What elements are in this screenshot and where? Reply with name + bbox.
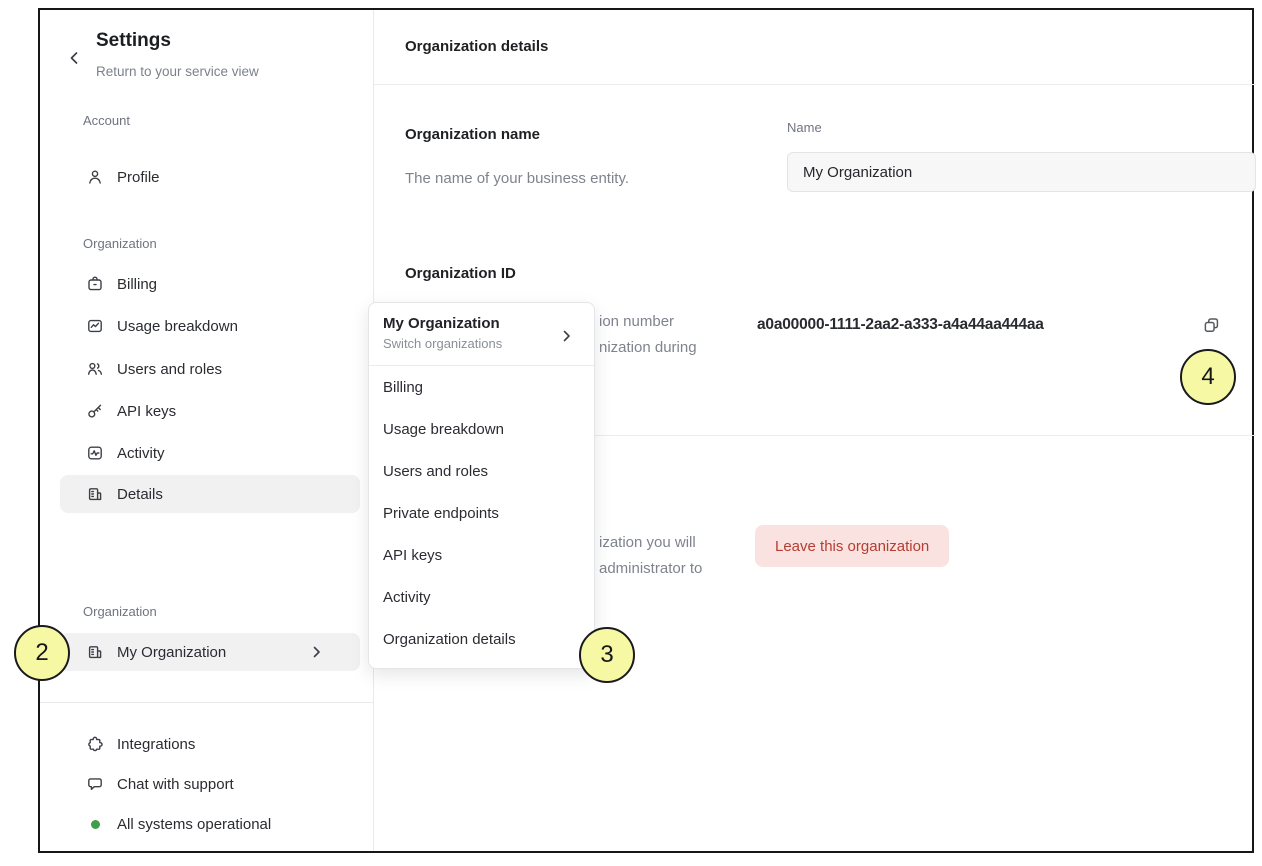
sidebar-item-api-keys[interactable]: API keys	[60, 392, 360, 430]
sidebar-item-label: Chat with support	[117, 776, 234, 793]
leave-description-fragment-1: ization you will	[599, 534, 696, 551]
annotation-badge-4: 4	[1180, 349, 1236, 405]
organization-id-value: a0a00000-1111-2aa2-a333-a4a44aa444aa	[757, 316, 1044, 334]
menu-item-organization-details[interactable]: Organization details	[369, 618, 594, 660]
menu-item-usage-breakdown[interactable]: Usage breakdown	[369, 408, 594, 450]
settings-subtitle: Return to your service view	[96, 64, 259, 79]
sidebar-item-label: Integrations	[117, 736, 195, 753]
sidebar-item-label: All systems operational	[117, 816, 271, 833]
sidebar-item-label: Details	[117, 486, 163, 503]
sidebar-footer-divider	[40, 702, 373, 703]
chevron-right-icon	[562, 329, 572, 347]
organization-section-label: Organization	[83, 236, 157, 251]
chat-bubble-icon	[86, 775, 104, 793]
app-window: Settings Return to your service view Acc…	[38, 8, 1254, 853]
activity-pulse-icon	[86, 444, 104, 462]
account-section-label: Account	[83, 113, 130, 128]
menu-item-switch-organizations[interactable]: My Organization Switch organizations	[369, 303, 594, 361]
puzzle-icon	[86, 735, 104, 753]
users-icon	[86, 360, 104, 378]
menu-org-subtitle: Switch organizations	[383, 336, 580, 351]
sidebar-item-label: Profile	[117, 169, 160, 186]
menu-item-private-endpoints[interactable]: Private endpoints	[369, 492, 594, 534]
sidebar-item-billing[interactable]: Billing	[60, 265, 360, 303]
chevron-right-icon	[312, 645, 322, 662]
settings-sidebar: Settings Return to your service view Acc…	[40, 10, 373, 851]
building-icon	[86, 485, 104, 503]
organization-dropdown-menu: My Organization Switch organizations Bil…	[368, 302, 595, 669]
organization-name-input[interactable]	[787, 152, 1256, 192]
chevron-left-icon	[68, 51, 80, 65]
sidebar-item-label: Billing	[117, 276, 157, 293]
menu-item-activity[interactable]: Activity	[369, 576, 594, 618]
sidebar-item-system-status[interactable]: All systems operational	[60, 805, 360, 843]
billing-icon	[86, 275, 104, 293]
sidebar-item-label: Activity	[117, 445, 165, 462]
sidebar-item-profile[interactable]: Profile	[60, 158, 360, 196]
leave-description-fragment-2: administrator to	[599, 560, 702, 577]
sidebar-item-label: My Organization	[117, 644, 226, 661]
settings-title: Settings	[96, 30, 171, 52]
back-button[interactable]	[64, 48, 84, 68]
menu-item-users-and-roles[interactable]: Users and roles	[369, 450, 594, 492]
page-title: Organization details	[405, 38, 548, 55]
sidebar-item-label: API keys	[117, 403, 176, 420]
org-id-description-fragment-2: nization during	[599, 339, 697, 356]
sidebar-item-integrations[interactable]: Integrations	[60, 725, 360, 763]
annotation-badge-2: 2	[14, 625, 70, 681]
org-name-section-title: Organization name	[405, 126, 540, 143]
usage-chart-icon	[86, 317, 104, 335]
copy-icon	[1202, 316, 1221, 335]
person-icon	[86, 168, 104, 186]
sidebar-item-details[interactable]: Details	[60, 475, 360, 513]
status-dot-icon	[86, 815, 104, 833]
organization-switcher-label: Organization	[83, 604, 157, 619]
name-field-label: Name	[787, 120, 822, 135]
menu-item-billing[interactable]: Billing	[369, 366, 594, 408]
sidebar-item-label: Users and roles	[117, 361, 222, 378]
building-icon	[86, 643, 104, 661]
org-name-section-description: The name of your business entity.	[405, 170, 629, 187]
leave-organization-button[interactable]: Leave this organization	[755, 525, 949, 567]
copy-org-id-button[interactable]	[1200, 314, 1222, 336]
sidebar-item-usage-breakdown[interactable]: Usage breakdown	[60, 307, 360, 345]
org-id-section-title: Organization ID	[405, 265, 516, 282]
sidebar-item-label: Usage breakdown	[117, 318, 238, 335]
sidebar-item-my-organization[interactable]: My Organization	[60, 633, 360, 671]
key-icon	[86, 402, 104, 420]
org-id-description-fragment-1: ion number	[599, 313, 674, 330]
annotation-badge-3: 3	[579, 627, 635, 683]
sidebar-item-users-and-roles[interactable]: Users and roles	[60, 350, 360, 388]
sidebar-item-activity[interactable]: Activity	[60, 434, 360, 472]
menu-org-title: My Organization	[383, 315, 580, 332]
menu-item-api-keys[interactable]: API keys	[369, 534, 594, 576]
sidebar-item-chat-support[interactable]: Chat with support	[60, 765, 360, 803]
header-divider	[373, 84, 1256, 85]
